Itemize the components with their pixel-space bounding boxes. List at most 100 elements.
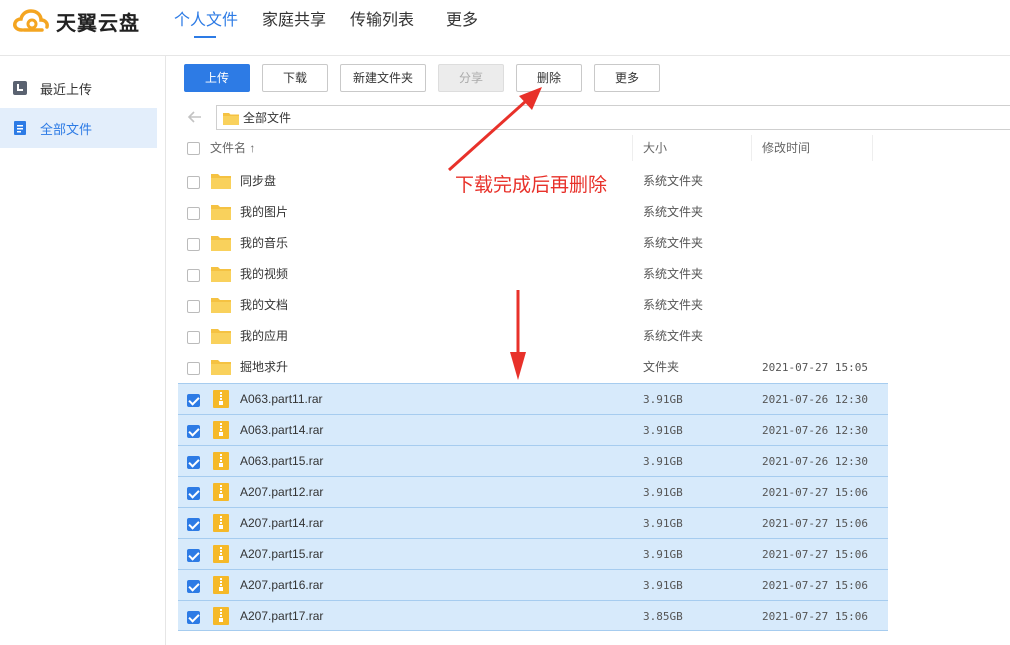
file-name[interactable]: A207.part12.rar	[240, 477, 323, 508]
upload-button[interactable]: 上传	[184, 64, 250, 92]
download-button[interactable]: 下载	[262, 64, 328, 92]
table-row[interactable]: A063.part15.rar 3.91GB 2021-07-26 12:30	[178, 445, 888, 476]
row-checkbox[interactable]	[187, 331, 200, 344]
row-checkbox[interactable]	[187, 487, 200, 500]
row-checkbox[interactable]	[187, 300, 200, 313]
delete-button[interactable]: 删除	[516, 64, 582, 92]
top-header: 天翼云盘 个人文件 家庭共享 传输列表 更多	[0, 0, 1010, 56]
breadcrumb-item-root[interactable]: 全部文件	[243, 109, 291, 126]
file-modified-time: 2021-07-26 12:30	[762, 424, 868, 437]
table-row[interactable]: 我的图片 系统文件夹	[178, 197, 888, 228]
table-row[interactable]: A207.part14.rar 3.91GB 2021-07-27 15:06	[178, 507, 888, 538]
file-size: 3.91GB	[643, 579, 683, 592]
row-checkbox[interactable]	[187, 394, 200, 407]
file-name[interactable]: 我的文档	[240, 290, 288, 321]
file-name[interactable]: 掘地求升	[240, 352, 288, 383]
file-modified-time: 2021-07-27 15:05	[762, 361, 868, 374]
column-header-time[interactable]: 修改时间	[762, 133, 810, 163]
table-header: 文件名 ↑ 大小 修改时间	[178, 133, 888, 163]
back-arrow-icon[interactable]	[186, 108, 204, 126]
nav-tab-family-share[interactable]: 家庭共享	[254, 0, 334, 56]
table-row[interactable]: 我的音乐 系统文件夹	[178, 228, 888, 259]
more-button[interactable]: 更多	[594, 64, 660, 92]
file-name[interactable]: A207.part15.rar	[240, 539, 323, 570]
file-size: 3.91GB	[643, 455, 683, 468]
file-name[interactable]: 我的图片	[240, 197, 288, 228]
row-checkbox[interactable]	[187, 456, 200, 469]
rar-file-icon	[211, 607, 231, 625]
row-checkbox[interactable]	[187, 362, 200, 375]
sidebar-item-label: 最近上传	[40, 81, 93, 97]
column-header-size[interactable]: 大小	[643, 133, 667, 163]
folder-icon	[211, 234, 231, 252]
logo[interactable]: 天翼云盘	[12, 8, 140, 35]
folder-icon	[211, 172, 231, 190]
file-size: 3.85GB	[643, 610, 683, 623]
folder-icon	[223, 112, 239, 125]
file-size: 系统文件夹	[643, 267, 704, 281]
row-checkbox[interactable]	[187, 425, 200, 438]
sidebar-item-recent-uploads[interactable]: 最近上传	[0, 68, 157, 108]
row-checkbox[interactable]	[187, 580, 200, 593]
sidebar-item-label: 全部文件	[40, 121, 93, 137]
file-size: 系统文件夹	[643, 298, 704, 312]
file-list: 同步盘 系统文件夹 我的图片 系统文件夹 我的音乐 系统文件夹 我的视频 系统文件夹 我的文档系…	[178, 166, 888, 631]
row-checkbox[interactable]	[187, 269, 200, 282]
table-row[interactable]: A063.part11.rar 3.91GB 2021-07-26 12:30	[178, 383, 888, 414]
new-folder-button[interactable]: 新建文件夹	[340, 64, 426, 92]
file-name[interactable]: A063.part15.rar	[240, 446, 323, 477]
file-name[interactable]: A207.part17.rar	[240, 601, 323, 632]
table-row[interactable]: A207.part12.rar 3.91GB 2021-07-27 15:06	[178, 476, 888, 507]
file-name[interactable]: 我的音乐	[240, 228, 288, 259]
rar-file-icon	[211, 483, 231, 501]
column-header-name[interactable]: 文件名 ↑	[210, 133, 255, 163]
share-button[interactable]: 分享	[438, 64, 504, 92]
row-checkbox[interactable]	[187, 207, 200, 220]
table-row[interactable]: 我的应用 系统文件夹	[178, 321, 888, 352]
table-row[interactable]: A207.part17.rar 3.85GB 2021-07-27 15:06	[178, 600, 888, 631]
folder-icon	[211, 296, 231, 314]
file-size: 3.91GB	[643, 548, 683, 561]
nav-tab-more[interactable]: 更多	[438, 0, 486, 56]
column-divider	[751, 135, 752, 161]
select-all-checkbox[interactable]	[187, 142, 200, 155]
recent-upload-icon	[13, 81, 27, 95]
table-row[interactable]: A063.part14.rar 3.91GB 2021-07-26 12:30	[178, 414, 888, 445]
file-modified-time: 2021-07-27 15:06	[762, 610, 868, 623]
row-checkbox[interactable]	[187, 549, 200, 562]
row-checkbox[interactable]	[187, 518, 200, 531]
file-name[interactable]: A207.part16.rar	[240, 570, 323, 601]
file-size: 系统文件夹	[643, 329, 704, 343]
file-modified-time: 2021-07-26 12:30	[762, 455, 868, 468]
nav-tab-personal-files[interactable]: 个人文件	[166, 0, 246, 56]
cloud-logo-icon	[13, 9, 49, 32]
table-row[interactable]: 掘地求升 文件夹 2021-07-27 15:05	[178, 352, 888, 383]
file-size: 文件夹	[643, 360, 680, 374]
rar-file-icon	[211, 576, 231, 594]
file-size: 3.91GB	[643, 517, 683, 530]
file-modified-time: 2021-07-27 15:06	[762, 517, 868, 530]
rar-file-icon	[211, 514, 231, 532]
file-name[interactable]: A207.part14.rar	[240, 508, 323, 539]
file-name[interactable]: 我的应用	[240, 321, 288, 352]
sidebar-item-all-files[interactable]: 全部文件	[0, 108, 157, 148]
file-size: 3.91GB	[643, 393, 683, 406]
row-checkbox[interactable]	[187, 238, 200, 251]
folder-icon	[211, 203, 231, 221]
all-files-icon	[14, 121, 26, 135]
table-row[interactable]: A207.part15.rar 3.91GB 2021-07-27 15:06	[178, 538, 888, 569]
file-size: 系统文件夹	[643, 236, 704, 250]
file-name[interactable]: A063.part14.rar	[240, 415, 323, 446]
table-row[interactable]: 我的视频 系统文件夹	[178, 259, 888, 290]
file-name[interactable]: 同步盘	[240, 166, 276, 197]
table-row[interactable]: A207.part16.rar 3.91GB 2021-07-27 15:06	[178, 569, 888, 600]
file-name[interactable]: A063.part11.rar	[240, 384, 323, 415]
row-checkbox[interactable]	[187, 611, 200, 624]
nav-tab-transfer-list[interactable]: 传输列表	[342, 0, 422, 56]
file-modified-time: 2021-07-27 15:06	[762, 548, 868, 561]
file-modified-time: 2021-07-27 15:06	[762, 579, 868, 592]
row-checkbox[interactable]	[187, 176, 200, 189]
file-name[interactable]: 我的视频	[240, 259, 288, 290]
logo-text: 天翼云盘	[56, 12, 140, 35]
table-row[interactable]: 我的文档 系统文件夹	[178, 290, 888, 321]
